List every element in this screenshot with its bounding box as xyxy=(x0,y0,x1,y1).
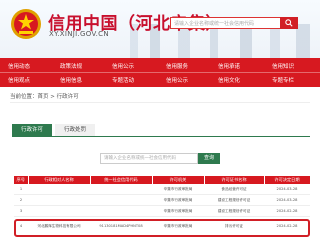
header-date: 许可决定日期 xyxy=(264,176,311,184)
cell-index: 4 xyxy=(14,216,28,236)
nav-item-7[interactable]: 信用观点 xyxy=(8,76,30,84)
tab-admin-penalty[interactable]: 行政处罚 xyxy=(55,124,95,136)
header-search-input[interactable]: 请输入企业名称或统一社会信用代码 xyxy=(170,17,280,29)
nav-item-11[interactable]: 信用文化 xyxy=(218,76,240,84)
nav-item-4[interactable]: 信用服务 xyxy=(166,62,188,70)
cell-name[interactable] xyxy=(28,205,90,217)
tab-underline xyxy=(12,136,310,137)
cell-license-name: 食品经营许可证 xyxy=(204,184,264,195)
header-search-button[interactable] xyxy=(280,17,298,29)
cell-credit-code: 91130181MAD4PHNT08 xyxy=(90,216,152,236)
license-search-button[interactable]: 查询 xyxy=(198,153,220,164)
nav-item-5[interactable]: 信用承诺 xyxy=(218,62,240,70)
cell-license-name: 建设工程规划许可证 xyxy=(204,205,264,217)
header-credit-code: 统一社会信用代码 xyxy=(90,176,153,184)
cell-credit-code xyxy=(90,194,152,206)
cell-authority: 辛集市行政审批局 xyxy=(152,216,204,236)
cell-authority: 辛集市行政审批局 xyxy=(152,205,204,217)
cell-name[interactable]: 河北鹏辉生物科技有限公司 xyxy=(28,216,90,236)
cell-credit-code xyxy=(90,184,152,195)
cell-index: 3 xyxy=(14,205,28,217)
cell-date: 2024-03-28 xyxy=(264,194,310,206)
table-row[interactable]: 3 辛集市行政审批局 建设工程规划许可证 2024-02-28 xyxy=(14,205,310,217)
nav-divider xyxy=(0,72,320,73)
header-authority: 许可机关 xyxy=(152,176,205,184)
nav-item-1[interactable]: 信用动态 xyxy=(8,62,30,70)
cell-name[interactable] xyxy=(28,184,90,195)
cell-authority: 辛集市行政审批局 xyxy=(152,194,204,206)
cell-date: 2024-03-28 xyxy=(264,184,310,195)
cell-index: 2 xyxy=(14,194,28,206)
nav-item-2[interactable]: 政策法规 xyxy=(60,62,82,70)
header-index: 序号 xyxy=(14,176,29,184)
nav-item-9[interactable]: 专题活动 xyxy=(112,76,134,84)
table-row[interactable]: 1 辛集市行政审批局 食品经营许可证 2024-03-28 xyxy=(14,184,310,195)
cell-name[interactable] xyxy=(28,194,90,206)
license-search-input[interactable]: 请输入企业名称或统一社会信用代码 xyxy=(100,153,198,164)
cell-credit-code xyxy=(90,205,152,217)
nav-item-3[interactable]: 信用公示 xyxy=(112,62,134,70)
cell-date: 2024-02-28 xyxy=(264,216,310,236)
cell-license-name: 建设工程规划许可证 xyxy=(204,194,264,206)
cell-authority: 辛集市行政审批局 xyxy=(152,184,204,195)
header-name: 行政相对人名称 xyxy=(28,176,91,184)
table-row-highlighted[interactable]: 4 河北鹏辉生物科技有限公司 91130181MAD4PHNT08 辛集市行政审… xyxy=(14,216,310,236)
table-header-row: 序号 行政相对人名称 统一社会信用代码 许可机关 许可证书名称 许可决定日期 xyxy=(14,176,311,184)
national-emblem-icon xyxy=(11,9,41,39)
search-icon xyxy=(285,19,293,27)
table-row[interactable]: 2 辛集市行政审批局 建设工程规划许可证 2024-03-28 xyxy=(14,194,310,206)
nav-item-12[interactable]: 专题专栏 xyxy=(272,76,294,84)
breadcrumb: 当前位置：首页 > 行政许可 xyxy=(10,94,79,100)
cell-license-name: 排污许可证 xyxy=(204,216,264,236)
cell-index: 1 xyxy=(14,184,28,195)
site-url: XY.XINJI.GOV.CN xyxy=(49,30,109,38)
site-header: 信用中国（河北辛集） XY.XINJI.GOV.CN 请输入企业名称或统一社会信… xyxy=(0,0,320,58)
license-table: 序号 行政相对人名称 统一社会信用代码 许可机关 许可证书名称 许可决定日期 1… xyxy=(14,176,311,236)
nav-item-6[interactable]: 信用知识 xyxy=(272,62,294,70)
nav-item-8[interactable]: 信用信息 xyxy=(60,76,82,84)
cell-date: 2024-02-28 xyxy=(264,205,310,217)
nav-item-10[interactable]: 信用公示 xyxy=(166,76,188,84)
breadcrumb-divider xyxy=(10,102,310,103)
header-license-name: 许可证书名称 xyxy=(204,176,265,184)
tab-admin-license[interactable]: 行政许可 xyxy=(12,124,52,136)
